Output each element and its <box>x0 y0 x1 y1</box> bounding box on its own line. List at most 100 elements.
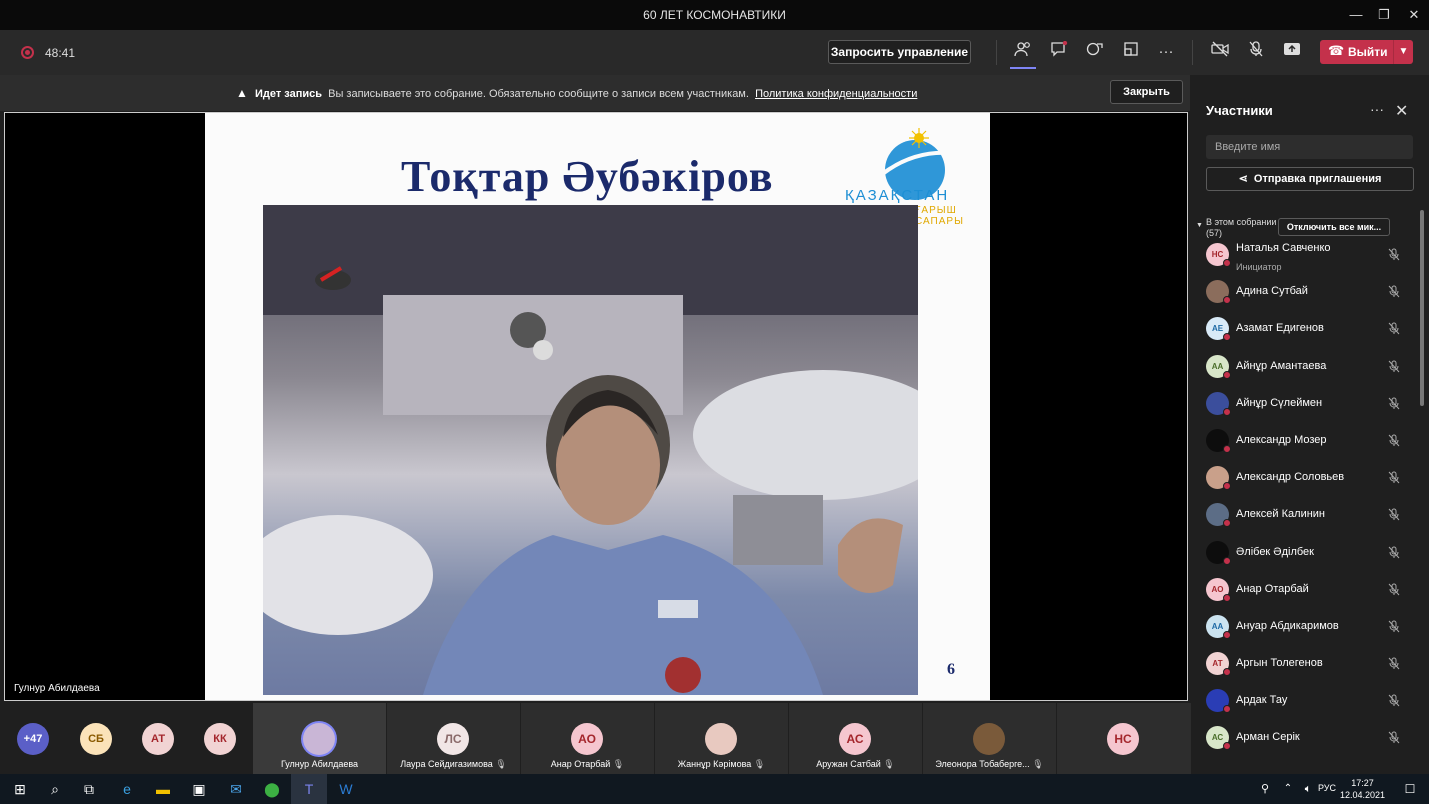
participant-tile[interactable]: НС <box>1057 703 1191 774</box>
participant-tile[interactable]: Элеонора Тобаберге... 🎙︎ <box>923 703 1056 774</box>
participant-row[interactable]: Әлібек Әділбек <box>1206 537 1416 574</box>
search-icon[interactable]: ⌕ <box>43 777 67 801</box>
camera-off-icon[interactable] <box>1209 41 1231 63</box>
participant-row[interactable]: АС Арман Серік <box>1206 722 1416 759</box>
chevron-down-icon[interactable]: ▼ <box>1393 40 1413 64</box>
overflow-participants-button[interactable]: +47 <box>17 723 49 755</box>
store-icon[interactable]: ▣ <box>187 777 211 801</box>
recording-banner: ▲ Идет запись Вы записываете это собрани… <box>0 75 1190 111</box>
close-window-icon[interactable]: ✕ <box>1403 4 1425 26</box>
participant-avatar[interactable]: АТ <box>142 723 174 755</box>
participant-row[interactable]: АО Анар Отарбай <box>1206 574 1416 611</box>
avatar: АТ <box>1206 652 1231 677</box>
system-clock[interactable]: 17:27 12.04.2021 <box>1340 777 1385 801</box>
avatar: АА <box>1206 614 1231 639</box>
participant-role: Инициатор <box>1236 262 1282 272</box>
participant-search-input[interactable] <box>1206 135 1413 159</box>
close-panel-icon[interactable]: ✕ <box>1395 101 1408 121</box>
participant-name: Әлібек Әділбек <box>1236 545 1314 558</box>
reactions-icon[interactable] <box>1084 41 1106 63</box>
participant-row[interactable]: АТ Аргын Толегенов <box>1206 648 1416 685</box>
minimize-icon[interactable]: — <box>1345 4 1367 26</box>
rooms-icon[interactable] <box>1120 41 1142 63</box>
participant-avatar[interactable]: СБ <box>80 723 112 755</box>
participant-tile[interactable]: ЛС Лаура Сейдигазимова 🎙︎ <box>387 703 520 774</box>
participant-row[interactable]: АА Ануар Абдикаримов <box>1206 611 1416 648</box>
recording-message: Вы записываете это собрание. Обязательно… <box>328 88 749 100</box>
participant-avatar[interactable]: КК <box>204 723 236 755</box>
participant-name: Ардак Тау <box>1236 694 1288 707</box>
hang-up-icon: ☎ <box>1328 43 1345 58</box>
windows-taskbar: ⊞ ⌕ ⧉ e ▬ ▣ ✉ ⬤ T W ⚲ ⌃ 🔈︎ РУС 17:27 12.… <box>0 774 1429 804</box>
participant-name: Александр Мозер <box>1236 433 1327 446</box>
window-title: 60 ЛЕТ КОСМОНАВТИКИ <box>643 8 786 22</box>
participant-tile[interactable]: АС Аружан Сатбай 🎙︎ <box>789 703 922 774</box>
participant-row[interactable]: Алексей Калинин <box>1206 499 1416 536</box>
mic-muted-icon <box>1388 397 1400 413</box>
volume-icon[interactable]: 🔈︎ <box>1296 777 1320 801</box>
mail-icon[interactable]: ✉ <box>224 777 248 801</box>
participants-icon[interactable] <box>1010 41 1036 69</box>
maximize-icon[interactable]: ❐ <box>1373 4 1395 26</box>
torrent-icon[interactable]: ⬤ <box>260 777 284 801</box>
participant-name: Айнұр Амантаева <box>1236 359 1327 372</box>
participant-name: Аргын Толегенов <box>1236 657 1323 670</box>
status-dot <box>1223 630 1231 639</box>
participant-row[interactable]: НС Наталья Савченко Инициатор <box>1206 239 1416 276</box>
privacy-link[interactable]: Политика конфиденциальности <box>755 88 917 100</box>
avatar <box>973 723 1005 755</box>
avatar: НС <box>1206 243 1231 267</box>
share-icon: ⋖ <box>1238 173 1248 185</box>
task-view-icon[interactable]: ⧉ <box>77 777 101 801</box>
participant-count: (57) <box>1206 228 1223 238</box>
mic-muted-icon <box>1388 657 1400 673</box>
language-indicator[interactable]: РУС <box>1318 783 1336 793</box>
participant-row[interactable]: Александр Соловьев <box>1206 462 1416 499</box>
notifications-icon[interactable]: ☐ <box>1398 777 1422 801</box>
participant-name: Анар Отарбай <box>1236 582 1309 595</box>
mic-muted-icon <box>1388 546 1400 562</box>
panel-scrollbar[interactable] <box>1420 210 1424 406</box>
participant-row[interactable]: АА Айнұр Амантаева <box>1206 351 1416 388</box>
participant-row[interactable]: Ардак Тау <box>1206 685 1416 722</box>
avatar: ЛС <box>437 723 469 755</box>
in-meeting-header[interactable]: ▼ В этом собрании (57) <box>1196 217 1277 239</box>
tile-name: Аружан Сатбай 🎙︎ <box>816 759 895 769</box>
close-banner-button[interactable]: Закрыть <box>1110 80 1183 104</box>
participant-row[interactable]: Айнұр Сүлеймен <box>1206 388 1416 425</box>
edge-icon[interactable]: e <box>115 777 139 801</box>
mic-muted-icon <box>1388 360 1400 376</box>
share-screen-icon[interactable] <box>1281 41 1303 63</box>
participant-row[interactable]: АЕ Азамат Едигенов <box>1206 313 1416 350</box>
file-explorer-icon[interactable]: ▬ <box>151 777 175 801</box>
avatar: АС <box>839 723 871 755</box>
participant-name: Алексей Калинин <box>1236 508 1326 521</box>
more-actions-icon[interactable]: ··· <box>1155 41 1177 63</box>
participant-tile[interactable]: Гулнур Абилдаева <box>253 703 386 774</box>
participant-row[interactable]: Александр Мозер <box>1206 425 1416 462</box>
windows-start-icon[interactable]: ⊞ <box>8 777 32 801</box>
participant-tile[interactable]: Жаннұр Кәрімова 🎙︎ <box>655 703 788 774</box>
participant-tile[interactable]: АО Анар Отарбай 🎙︎ <box>521 703 654 774</box>
in-meeting-label: В этом собрании <box>1206 217 1277 227</box>
participant-row[interactable]: Адина Сутбай <box>1206 276 1416 313</box>
title-bar: 60 ЛЕТ КОСМОНАВТИКИ — ❐ ✕ <box>0 0 1429 30</box>
invite-label: Отправка приглашения <box>1253 173 1382 185</box>
mic-muted-icon <box>1388 620 1400 636</box>
mic-muted-icon: 🎙︎ <box>753 759 766 769</box>
request-control-button[interactable]: Запросить управление <box>828 40 971 64</box>
mic-muted-icon <box>1388 508 1400 524</box>
leave-button[interactable]: ☎ Выйти ▼ <box>1320 40 1413 64</box>
more-options-icon[interactable]: ··· <box>1370 101 1384 117</box>
panel-title: Участники <box>1206 103 1273 118</box>
chat-icon[interactable] <box>1048 40 1070 63</box>
status-dot <box>1223 407 1231 416</box>
presentation-slide: Тоқтар Әубәкіров ҚАЗАҚСТАН ҒАРЫШ САПАРЫ <box>205 113 990 700</box>
people-icon[interactable]: ⚲ <box>1253 777 1277 801</box>
mute-all-button[interactable]: Отключить все мик... <box>1278 218 1390 236</box>
send-invite-button[interactable]: ⋖ Отправка приглашения <box>1206 167 1414 191</box>
mic-off-icon[interactable] <box>1245 41 1267 63</box>
word-icon[interactable]: W <box>334 777 358 801</box>
mic-muted-icon: 🎙︎ <box>612 759 625 769</box>
teams-icon[interactable]: T <box>297 777 321 801</box>
